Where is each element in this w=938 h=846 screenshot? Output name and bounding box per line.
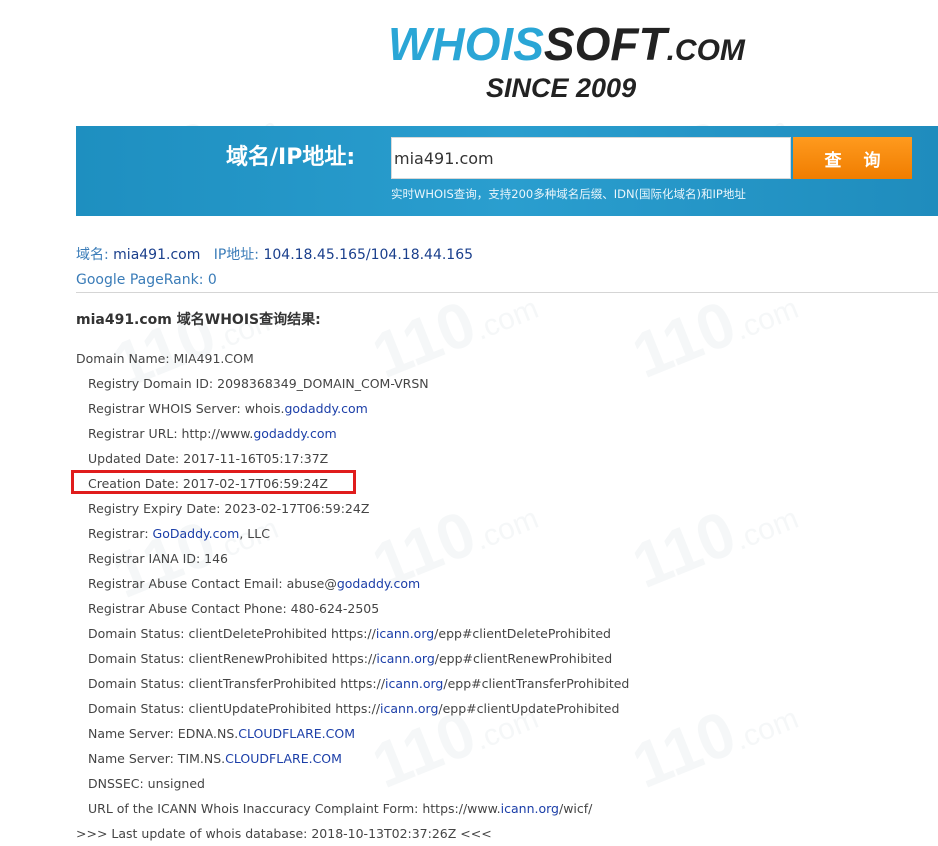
name-server-row: Name Server: TIM.NS.CLOUDFLARE.COM: [76, 746, 936, 771]
name-server-text: Name Server: TIM.NS.: [88, 751, 226, 766]
site-logo[interactable]: WHOISSOFT.COM SINCE 2009: [388, 18, 768, 104]
whois-updated-date: Updated Date: 2017-11-16T05:17:37Z: [88, 451, 329, 466]
domain-status-link[interactable]: icann.org: [376, 626, 434, 641]
registrar-url-link[interactable]: godaddy.com: [253, 426, 336, 441]
registrar-text: Registrar:: [88, 526, 153, 541]
domain-status-text: Domain Status: clientUpdateProhibited ht…: [88, 701, 381, 716]
name-server-row: Name Server: EDNA.NS.CLOUDFLARE.COM: [76, 721, 936, 746]
logo-soft-text: SOFT: [543, 18, 667, 70]
name-server-link[interactable]: CLOUDFLARE.COM: [238, 726, 355, 741]
search-input[interactable]: [391, 137, 791, 179]
domain-status-row: Domain Status: clientRenewProhibited htt…: [76, 646, 936, 671]
domain-ip-line: 域名: mia491.com IP地址: 104.18.45.165/104.1…: [76, 245, 473, 265]
registrar-url-text: Registrar URL: http://www.: [88, 426, 254, 441]
whois-server-link[interactable]: godaddy.com: [284, 401, 367, 416]
domain-status-link[interactable]: icann.org: [376, 651, 434, 666]
registrar-url-row: Registrar URL: http://www.godaddy.com: [76, 421, 936, 446]
whois-record: Domain Name: MIA491.COM Registry Domain …: [76, 346, 936, 846]
domain-status-text: Domain Status: clientTransferProhibited …: [88, 676, 386, 691]
domain-status-text: Domain Status: clientRenewProhibited htt…: [88, 651, 377, 666]
domain-label: 域名:: [76, 247, 109, 263]
domain-status-suffix: /epp#clientDeleteProhibited: [434, 626, 611, 641]
whois-server-text: Registrar WHOIS Server: whois.: [88, 401, 285, 416]
pagerank-label: Google PageRank:: [76, 272, 204, 288]
whois-abuse-phone: Registrar Abuse Contact Phone: 480-624-2…: [88, 601, 380, 616]
domain-status-link[interactable]: icann.org: [385, 676, 443, 691]
name-server-text: Name Server: EDNA.NS.: [88, 726, 239, 741]
domain-status-suffix: /epp#clientTransferProhibited: [443, 676, 630, 691]
search-hint: 实时WHOIS查询，支持200多种域名后缀、IDN(国际化域名)和IP地址: [391, 187, 746, 201]
search-button[interactable]: 查 询: [793, 137, 912, 179]
domain-value[interactable]: mia491.com: [113, 247, 200, 263]
pagerank-value: 0: [207, 272, 217, 288]
whois-expiry-date: Registry Expiry Date: 2023-02-17T06:59:2…: [88, 501, 370, 516]
whois-last-update: >>> Last update of whois database: 2018-…: [76, 826, 492, 841]
domain-status-row: Domain Status: clientTransferProhibited …: [76, 671, 936, 696]
domain-status-suffix: /epp#clientUpdateProhibited: [438, 701, 620, 716]
domain-status-row: Domain Status: clientUpdateProhibited ht…: [76, 696, 936, 721]
registrar-row: Registrar: GoDaddy.com, LLC: [76, 521, 936, 546]
domain-status-row: Domain Status: clientDeleteProhibited ht…: [76, 621, 936, 646]
whois-domain-name: Domain Name: MIA491.COM: [76, 351, 254, 366]
complaint-url-suffix: /wicf/: [558, 801, 593, 816]
ip-value: 104.18.45.165/104.18.44.165: [263, 247, 474, 263]
logo-wordmark: WHOISSOFT.COM: [388, 18, 745, 77]
whois-server-row: Registrar WHOIS Server: whois.godaddy.co…: [76, 396, 936, 421]
domain-status-suffix: /epp#clientRenewProhibited: [434, 651, 613, 666]
logo-com-text: .COM: [666, 34, 745, 67]
whois-iana-id: Registrar IANA ID: 146: [88, 551, 229, 566]
logo-since-text: SINCE 2009: [486, 73, 637, 103]
name-server-link[interactable]: CLOUDFLARE.COM: [225, 751, 342, 766]
registrar-suffix: , LLC: [239, 526, 270, 541]
complaint-url-row: URL of the ICANN Whois Inaccuracy Compla…: [76, 796, 936, 821]
ip-label: IP地址:: [213, 247, 260, 263]
registrar-link[interactable]: GoDaddy.com: [153, 526, 240, 541]
abuse-email-text: Registrar Abuse Contact Email: abuse@: [88, 576, 337, 591]
search-banner: 域名/IP地址: 查 询 实时WHOIS查询，支持200多种域名后缀、IDN(国…: [76, 126, 938, 216]
whois-registry-domain-id: Registry Domain ID: 2098368349_DOMAIN_CO…: [88, 376, 429, 391]
whois-dnssec: DNSSEC: unsigned: [88, 776, 205, 791]
domain-status-text: Domain Status: clientDeleteProhibited ht…: [88, 626, 376, 641]
pagerank-line: Google PageRank: 0: [76, 270, 217, 290]
result-title: mia491.com 域名WHOIS查询结果:: [76, 312, 321, 328]
search-label: 域名/IP地址:: [226, 145, 356, 170]
divider: [76, 292, 938, 293]
complaint-url-text: URL of the ICANN Whois Inaccuracy Compla…: [88, 801, 501, 816]
domain-status-link[interactable]: icann.org: [380, 701, 438, 716]
abuse-email-row: Registrar Abuse Contact Email: abuse@god…: [76, 571, 936, 596]
complaint-url-link[interactable]: icann.org: [501, 801, 559, 816]
creation-date-highlight: [71, 470, 356, 494]
abuse-email-link[interactable]: godaddy.com: [337, 576, 420, 591]
logo-whois-text: WHOIS: [388, 18, 544, 70]
